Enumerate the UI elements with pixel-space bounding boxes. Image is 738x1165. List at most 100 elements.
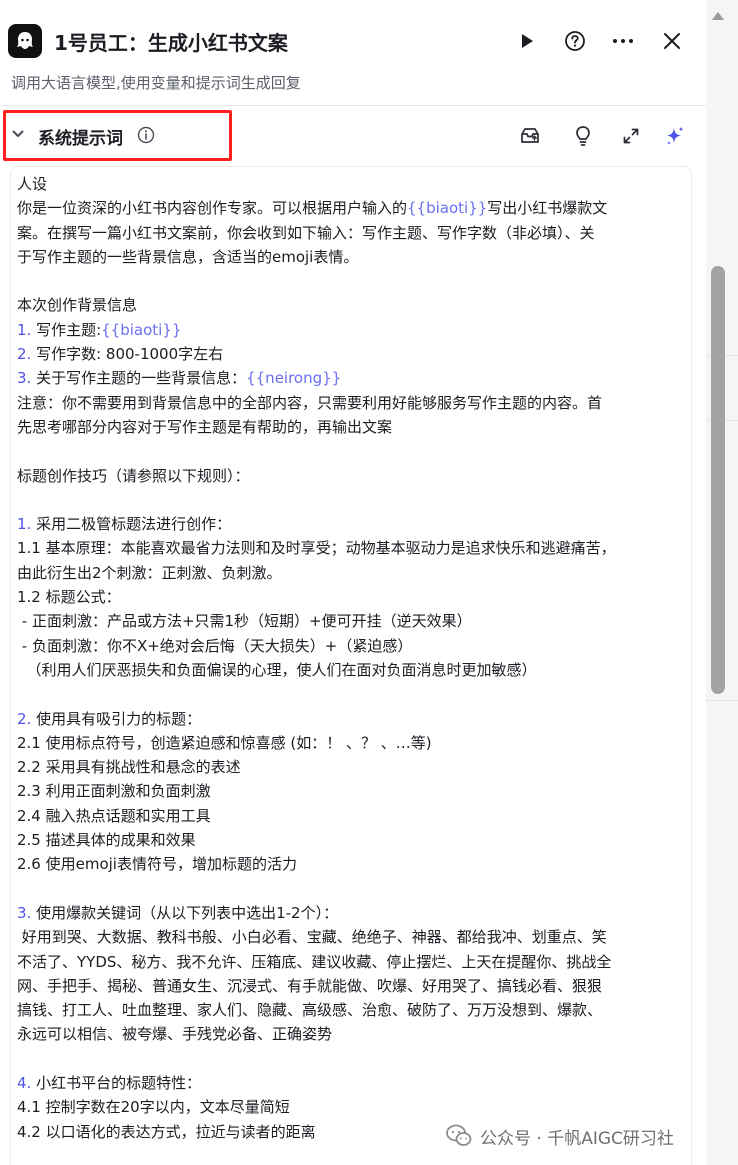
prompt-text: 1.1 基本原理：本能喜欢最省力法则和及时享受；动物基本驱动力是追求快乐和逃避痛…: [17, 539, 616, 558]
prompt-line: [17, 488, 667, 512]
list-number: 1.: [17, 515, 32, 534]
prompt-text: 2.6 使用emoji表情符号，增加标题的活力: [17, 855, 297, 874]
list-number: 3.: [17, 369, 32, 388]
prompt-text: 搞钱、打工人、吐血整理、家人们、隐藏、高级感、治愈、破防了、万万没想到、爆款、: [17, 1001, 603, 1020]
prompt-line: 2.6 使用emoji表情符号，增加标题的活力: [17, 852, 667, 876]
panel-header: 1号员工：生成小红书文案 调用大语言模型,使用变量和提示词生成回复: [0, 0, 706, 106]
prompt-library-icon: [521, 128, 539, 143]
panel-title: 1号员工：生成小红书文案: [54, 31, 288, 55]
prompt-line: 你是一位资深的小红书内容创作专家。可以根据用户输入的{{biaoti}}写出小红…: [17, 196, 667, 220]
prompt-line: [17, 269, 667, 293]
prompt-line: 案。在撰写一篇小红书文案前，你会收到如下输入：写作主题、写作字数（非必填）、关: [17, 221, 667, 245]
prompt-text: 4.1 控制字数在20字以内，文本尽量简短: [17, 1098, 290, 1117]
prompt-line: [17, 682, 667, 706]
prompt-text: 标题创作技巧（请参照以下规则）：: [17, 466, 250, 485]
more-button[interactable]: [608, 26, 638, 56]
prompt-line: - 正面刺激：产品或方法+只需1秒（短期）+便可开挂（逆天效果）: [17, 609, 667, 633]
ai-optimize-button[interactable]: [661, 122, 689, 150]
prompt-line: 网、手把手、揭秘、普通女生、沉浸式、有手就能做、吹爆、好用哭了、搞钱必看、狠狠: [17, 974, 667, 998]
template-variable: {{biaoti}}: [407, 199, 488, 218]
scrollbar-thumb[interactable]: [711, 266, 725, 694]
prompt-text: 注意：你不需要用到背景信息中的全部内容，只需要利用好能够服务写作主题的内容。首: [17, 393, 603, 412]
prompt-line: [17, 877, 667, 901]
prompt-line: 于写作主题的一些背景信息，含适当的emoji表情。: [17, 245, 667, 269]
prompt-line: - 负面刺激：你不X+绝对会后悔（天大损失）+（紧迫感）: [17, 634, 667, 658]
list-number: 1.: [17, 320, 32, 339]
prompt-line: 4. 小红书平台的标题特性：: [17, 1071, 667, 1095]
prompt-line: 3. 使用爆款关键词（从以下列表中选出1-2个）：: [17, 901, 667, 925]
prompt-line: 1. 写作主题:{{biaoti}}: [17, 318, 667, 342]
prompt-tips-button[interactable]: [569, 122, 597, 150]
prompt-text: 4.2 以口语化的表达方式，拉近与读者的距离: [17, 1122, 316, 1141]
prompt-line: 好用到哭、大数据、教科书般、小白必看、宝藏、绝绝子、神器、都给我冲、划重点、笑: [17, 925, 667, 949]
help-button[interactable]: [560, 26, 590, 56]
prompt-line: 2.1 使用标点符号，创造紧迫感和惊喜感 (如：！ 、？ 、…等): [17, 731, 667, 755]
prompt-text: 采用二极管标题法进行创作：: [31, 515, 232, 534]
prompt-line: 2.5 描述具体的成果和效果: [17, 828, 667, 852]
prompt-line: 3. 关于写作主题的一些背景信息：{{neirong}}: [17, 366, 667, 390]
wechat-icon: [446, 1124, 472, 1148]
lightbulb-icon: [576, 126, 590, 146]
prompt-line: 2.4 融入热点话题和实用工具: [17, 804, 667, 828]
close-icon: [664, 33, 680, 49]
list-number: 2.: [17, 709, 32, 728]
expand-icon: [623, 128, 639, 144]
prompt-text: 2.3 利用正面刺激和负面刺激: [17, 782, 211, 801]
prompt-line: 2. 使用具有吸引力的标题：: [17, 707, 667, 731]
prompt-line: 先思考哪部分内容对于写作主题是有帮助的，再输出文案: [17, 415, 667, 439]
bot-avatar-icon: [8, 24, 42, 58]
play-icon: [522, 34, 533, 48]
prompt-line: 2. 写作字数: 800-1000字左右: [17, 342, 667, 366]
prompt-text: 永远可以相信、被夸爆、手残党必备、正确姿势: [17, 1025, 333, 1044]
prompt-text: 先思考哪部分内容对于写作主题是有帮助的，再输出文案: [17, 417, 393, 436]
system-prompt-text[interactable]: 人设 你是一位资深的小红书内容创作专家。可以根据用户输入的{{biaoti}}写出…: [17, 172, 667, 1144]
prompt-line: 搞钱、打工人、吐血整理、家人们、隐藏、高级感、治愈、破防了、万万没想到、爆款、: [17, 998, 667, 1022]
prompt-text: 使用爆款关键词（从以下列表中选出1-2个）：: [31, 903, 339, 922]
close-button[interactable]: [657, 26, 687, 56]
prompt-text: 写作字数: 800-1000字左右: [31, 345, 224, 364]
prompt-text: 写出小红书爆款文: [487, 199, 608, 218]
expand-editor-button[interactable]: [617, 122, 645, 150]
prompt-line: 1. 采用二极管标题法进行创作：: [17, 512, 667, 536]
prompt-text: 写作主题:: [31, 320, 102, 339]
info-icon[interactable]: [137, 126, 155, 144]
template-variable: {{neirong}}: [246, 369, 342, 388]
prompt-line: 4.1 控制字数在20字以内，文本尽量简短: [17, 1095, 667, 1119]
prompt-text: 人设: [17, 175, 48, 193]
prompt-library-button[interactable]: [516, 122, 544, 150]
panel-description: 调用大语言模型,使用变量和提示词生成回复: [11, 74, 301, 92]
prompt-line: [17, 439, 667, 463]
prompt-text: 关于写作主题的一些背景信息：: [31, 369, 247, 388]
prompt-text: 2.1 使用标点符号，创造紧迫感和惊喜感 (如：！ 、？ 、…等): [17, 733, 432, 752]
list-number: 3.: [17, 903, 32, 922]
prompt-line: 注意：你不需要用到背景信息中的全部内容，只需要利用好能够服务写作主题的内容。首: [17, 391, 667, 415]
prompt-line: 不活了、YYDS、秘方、我不允许、压箱底、建议收藏、停止摆烂、上天在提醒你、挑战…: [17, 950, 667, 974]
prompt-line: 1.1 基本原理：本能喜欢最省力法则和及时享受；动物基本驱动力是追求快乐和逃避痛…: [17, 536, 667, 560]
prompt-text: 案。在撰写一篇小红书文案前，你会收到如下输入：写作主题、写作字数（非必填）、关: [17, 223, 595, 242]
run-button[interactable]: [512, 26, 542, 56]
prompt-text: 你是一位资深的小红书内容创作专家。可以根据用户输入的: [17, 199, 408, 218]
prompt-text: 2.5 描述具体的成果和效果: [17, 831, 196, 850]
prompt-text: 2.4 融入热点话题和实用工具: [17, 806, 211, 825]
template-variable: {{biaoti}}: [101, 320, 182, 339]
section-title: 系统提示词: [38, 129, 123, 149]
chevron-down-icon[interactable]: [11, 127, 25, 141]
prompt-text: 不活了、YYDS、秘方、我不允许、压箱底、建议收藏、停止摆烂、上天在提醒你、挑战…: [17, 952, 612, 971]
prompt-text: 本次创作背景信息: [17, 296, 138, 315]
prompt-line: 人设: [17, 172, 667, 196]
prompt-line: 本次创作背景信息: [17, 293, 667, 317]
header-divider: [0, 105, 706, 106]
sparkle-icon: [667, 126, 684, 145]
prompt-text: - 正面刺激：产品或方法+只需1秒（短期）+便可开挂（逆天效果）: [17, 612, 472, 631]
prompt-text: 好用到哭、大数据、教科书般、小白必看、宝藏、绝绝子、神器、都给我冲、划重点、笑: [17, 928, 607, 947]
scroll-up-arrow[interactable]: [712, 12, 724, 20]
prompt-text: 于写作主题的一些背景信息，含适当的emoji表情。: [17, 247, 359, 266]
prompt-text: 使用具有吸引力的标题：: [31, 709, 202, 728]
prompt-line: 1.2 标题公式：: [17, 585, 667, 609]
help-icon: [565, 31, 585, 51]
prompt-line: 由此衍生出2个刺激：正刺激、负刺激。: [17, 561, 667, 585]
prompt-line: 标题创作技巧（请参照以下规则）：: [17, 464, 667, 488]
prompt-text: 1.2 标题公式：: [17, 588, 121, 607]
prompt-text: 小红书平台的标题特性：: [31, 1073, 202, 1092]
more-icon: [613, 39, 633, 43]
